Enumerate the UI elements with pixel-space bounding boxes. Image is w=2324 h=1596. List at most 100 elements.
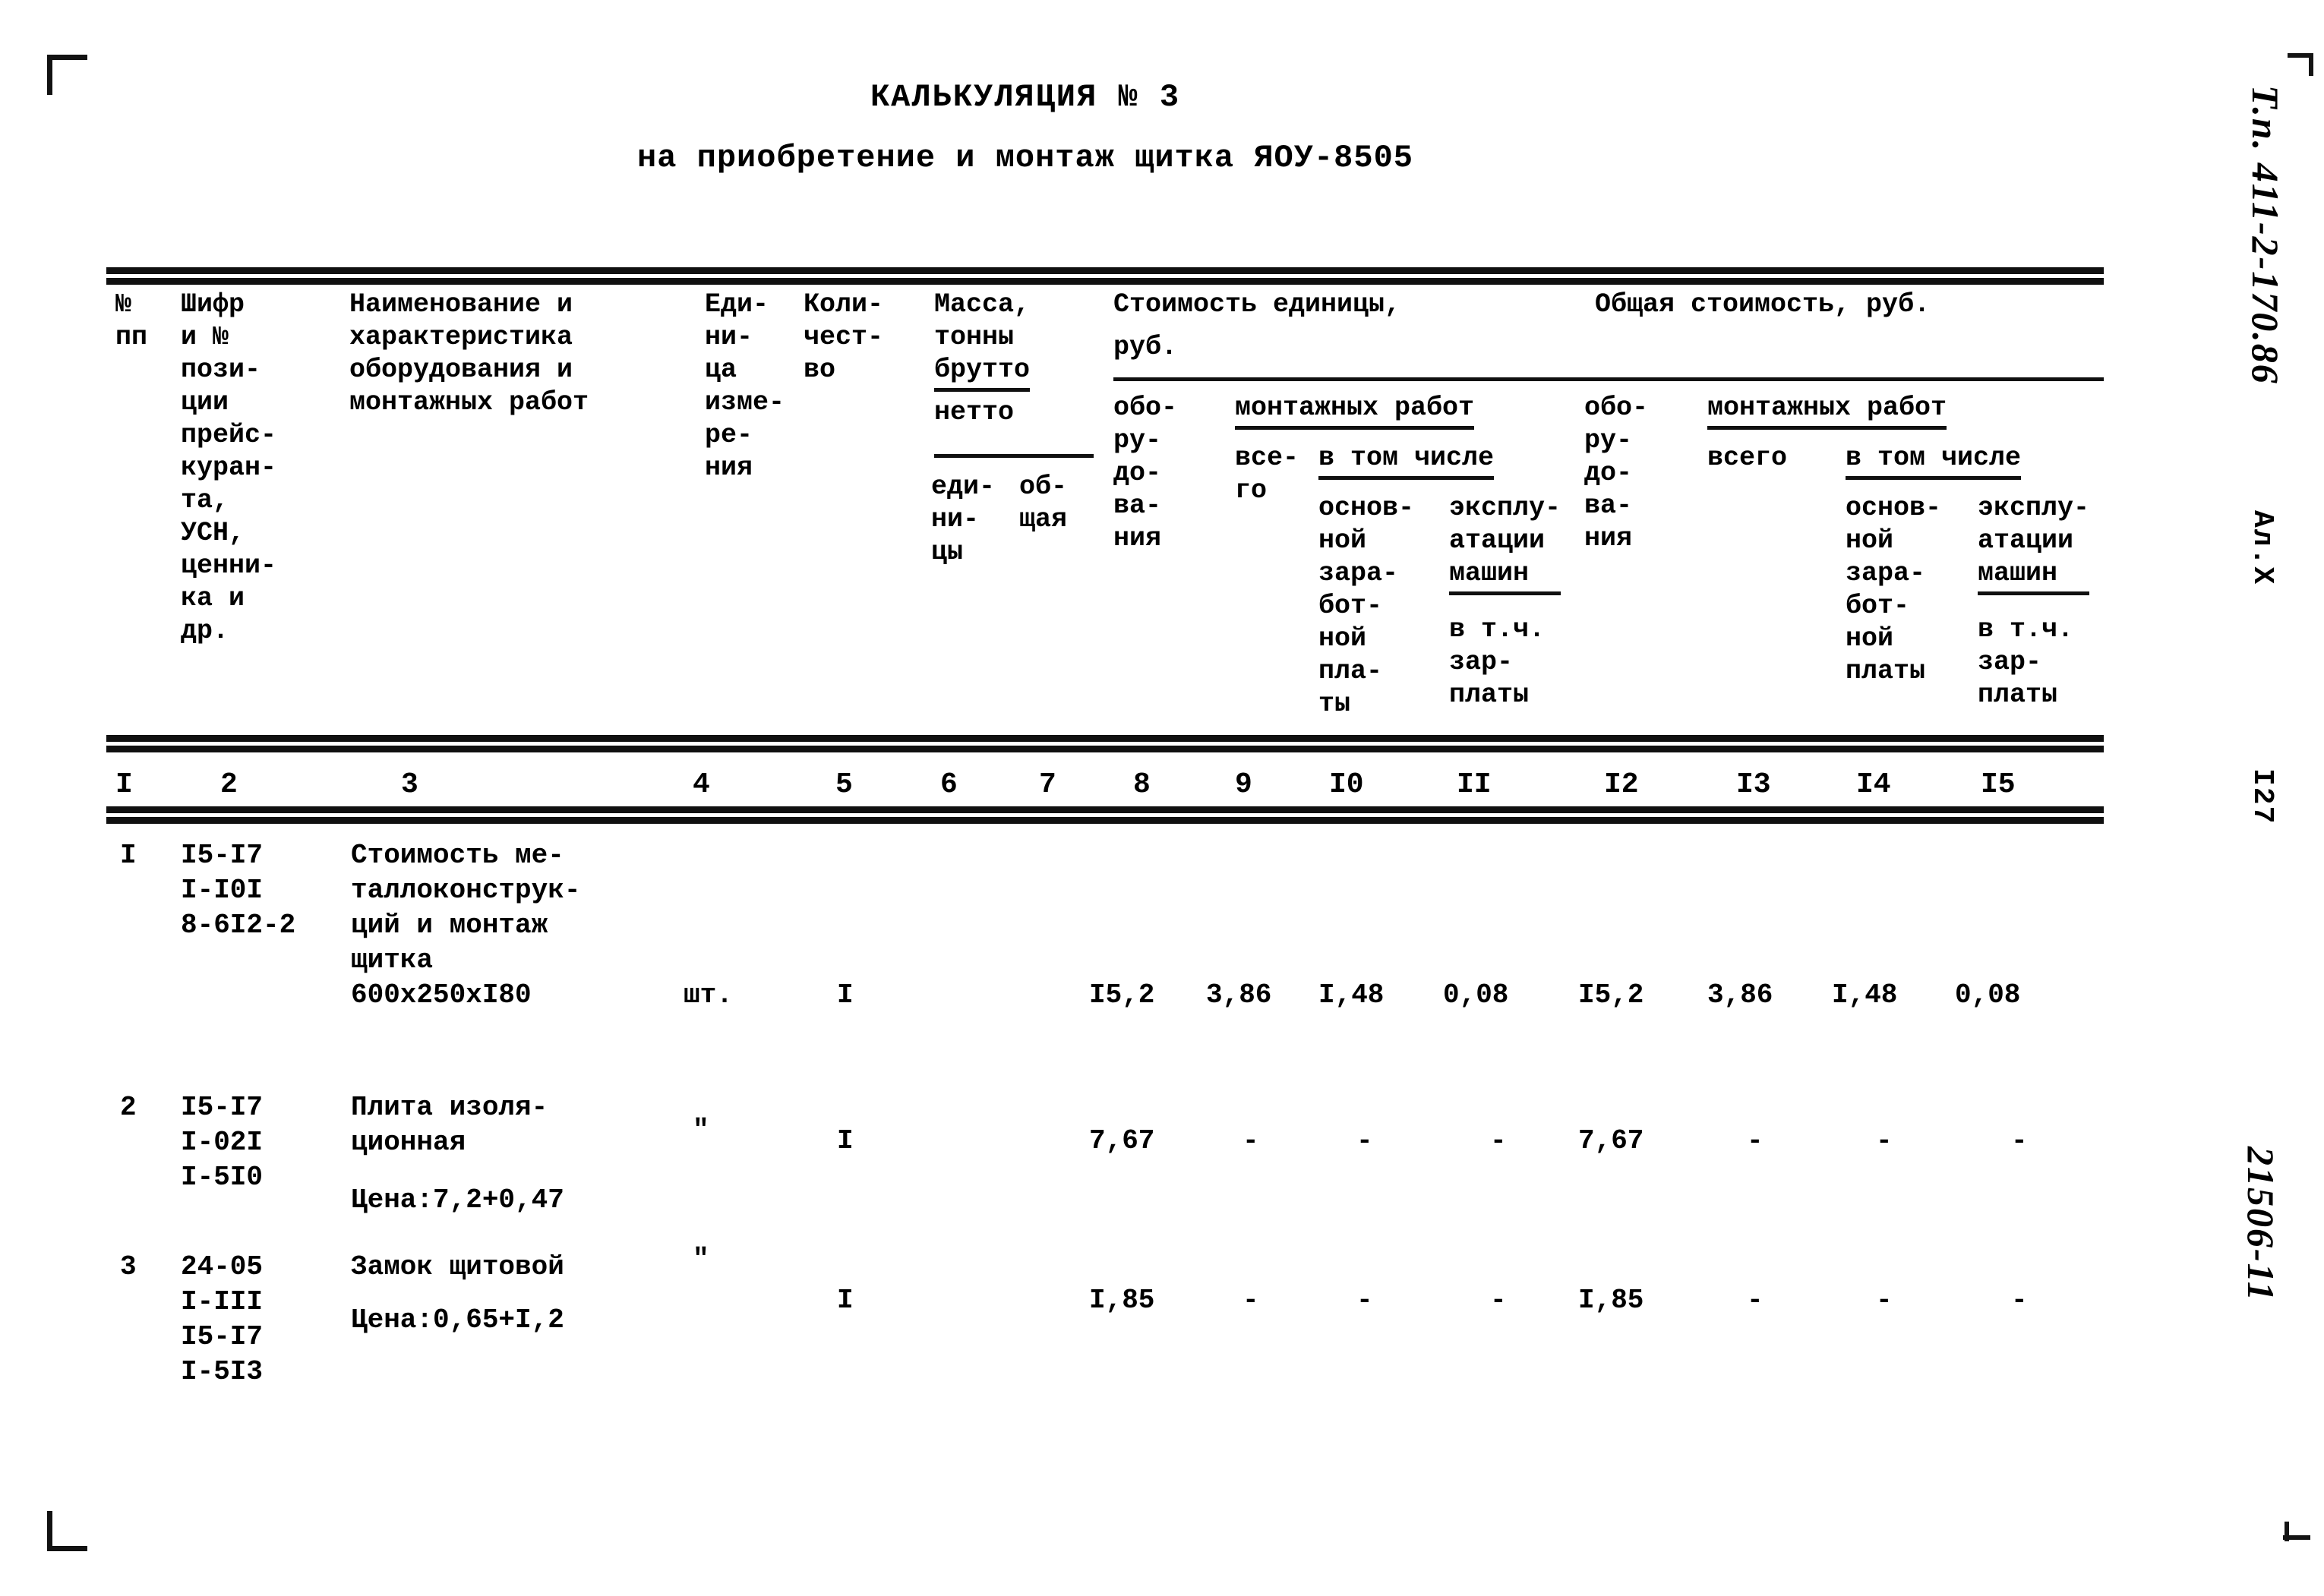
header-col-15-machines-wage: в т.ч. зар- платы <box>1978 614 2074 710</box>
table-row: I5,2 <box>1578 979 1644 1011</box>
table-header-bottom-rule-2 <box>106 746 2104 752</box>
header-unit-cost-title: Стоимость единицы, <box>1113 289 1401 320</box>
header-col-6-title: Масса, тонны <box>934 289 1031 352</box>
table-header-bottom-rule <box>106 735 2104 742</box>
colnum-6: 6 <box>940 768 958 801</box>
colnum-13: I3 <box>1736 768 1771 801</box>
header-total-install-works: монтажных работ <box>1707 392 1947 430</box>
table-row: Плита изоля- ционная <box>351 1092 548 1158</box>
header-col-12-equipment: обо- ру- до- ва- ния <box>1584 393 1649 554</box>
table-row: I5,2 <box>1089 979 1155 1011</box>
table-row: I <box>837 979 854 1011</box>
table-row: I5-I7 I-I0I 8-6I2-2 <box>181 840 296 941</box>
header-col-9-all: все- го <box>1235 443 1299 506</box>
table-row: I,48 <box>1832 979 1898 1011</box>
table-row: I <box>120 840 137 871</box>
colnum-3: 3 <box>401 768 418 801</box>
margin-archive-number: 21506-11 <box>2240 1147 2282 1302</box>
colnum-8: 8 <box>1133 768 1151 801</box>
table-row: Стоимость ме- таллоконструк- ций и монта… <box>351 840 581 1011</box>
header-col-1: № пп <box>115 289 148 352</box>
colnum-7: 7 <box>1039 768 1056 801</box>
colnum-9: 9 <box>1235 768 1252 801</box>
header-col-6-brutto: брутто <box>934 354 1031 392</box>
colnum-11: II <box>1457 768 1492 801</box>
total-cost-group-rule <box>1584 377 2104 381</box>
table-row: 0,08 <box>1443 979 1509 1011</box>
mass-divider-rule <box>934 454 1094 458</box>
header-col-15-machines: эксплу- атации машин <box>1978 492 2090 595</box>
table-row: - <box>1490 1125 1507 1156</box>
colnum-10: I0 <box>1329 768 1364 801</box>
table-row: 3 <box>120 1251 137 1282</box>
header-col-5: Коли- чест- во <box>804 289 884 385</box>
header-col-2: Шифр и № пози- ции прейс- куран- та, УСН… <box>181 289 277 646</box>
table-row: шт. <box>684 979 733 1011</box>
table-row: " <box>693 1115 709 1146</box>
table-colnum-bottom-rule-2 <box>106 817 2104 824</box>
table-row: - <box>1876 1125 1893 1156</box>
table-row: I,85 <box>1578 1285 1644 1316</box>
colnum-5: 5 <box>835 768 853 801</box>
page-subtitle: на приобретение и монтаж щитка ЯОУ-8505 <box>637 140 1413 176</box>
colnum-4: 4 <box>693 768 710 801</box>
unit-cost-group-rule <box>1113 377 1584 381</box>
table-row: I <box>837 1285 854 1316</box>
header-total-cost-title: Общая стоимость, руб. <box>1595 289 1931 320</box>
header-col-3: Наименование и характеристика оборудован… <box>349 289 589 418</box>
table-row: - <box>1747 1125 1764 1156</box>
crop-mark-bottom-right-vertical <box>2285 1522 2289 1541</box>
table-row: - <box>1243 1285 1259 1316</box>
table-row: 7,67 <box>1578 1125 1644 1156</box>
colnum-12: I2 <box>1604 768 1639 801</box>
margin-page-number: I27 <box>2246 768 2278 825</box>
table-row: I5-I7 I-02I I-5I0 <box>181 1092 264 1193</box>
header-col-8-equipment: обо- ру- до- ва- ния <box>1113 393 1178 554</box>
table-row: Цена:7,2+0,47 <box>351 1184 564 1216</box>
crop-mark-bottom-left <box>47 1511 87 1551</box>
table-row: 0,08 <box>1955 979 2021 1011</box>
header-col-10-basic-wage: основ- ной зара- бот- ной пла- ты <box>1318 493 1415 719</box>
colnum-1: I <box>115 768 133 801</box>
table-row: - <box>1356 1285 1373 1316</box>
header-total-including: в том числе <box>1846 442 2022 480</box>
table-row: I <box>837 1125 854 1156</box>
table-row: - <box>1243 1125 1259 1156</box>
table-colnum-bottom-rule <box>106 806 2104 813</box>
table-row: - <box>1356 1125 1373 1156</box>
header-col-13-all: всего <box>1707 443 1788 473</box>
table-row: 2 <box>120 1092 137 1123</box>
header-col-14-basic-wage: основ- ной зара- бот- ной платы <box>1846 493 1942 686</box>
colnum-15: I5 <box>1981 768 2016 801</box>
header-unit-including: в том числе <box>1318 442 1495 480</box>
table-row: I,85 <box>1089 1285 1155 1316</box>
crop-mark-top-right-vertical <box>2309 53 2313 76</box>
table-row: - <box>2011 1125 2028 1156</box>
table-row: 3,86 <box>1206 979 1272 1011</box>
table-row: " <box>693 1244 709 1275</box>
table-top-rule <box>106 267 2104 274</box>
table-row: Цена:0,65+I,2 <box>351 1304 564 1336</box>
table-row: Замок щитовой <box>351 1251 564 1282</box>
table-row: I,48 <box>1318 979 1385 1011</box>
page-title: КАЛЬКУЛЯЦИЯ № 3 <box>870 79 1181 115</box>
margin-album: Ал.Х <box>2246 510 2278 586</box>
colnum-14: I4 <box>1856 768 1891 801</box>
table-row: 3,86 <box>1707 979 1773 1011</box>
header-col-4: Еди- ни- ца изме- ре- ния <box>705 289 785 483</box>
header-col-6-unit: еди- ни- цы <box>931 472 996 567</box>
header-unit-cost-rub: руб. <box>1113 332 1178 362</box>
document-page: КАЛЬКУЛЯЦИЯ № 3 на приобретение и монтаж… <box>0 0 2324 1596</box>
table-row: - <box>1490 1285 1507 1316</box>
table-row: - <box>2011 1285 2028 1316</box>
table-row: - <box>1876 1285 1893 1316</box>
header-col-6-netto: нетто <box>934 397 1015 427</box>
header-unit-install-works: монтажных работ <box>1235 392 1475 430</box>
header-col-7-total: об- щая <box>1019 472 1068 535</box>
table-row: 7,67 <box>1089 1125 1155 1156</box>
table-row: 24-05 I-III I5-I7 I-5I3 <box>181 1251 264 1387</box>
colnum-2: 2 <box>220 768 238 801</box>
header-col-11-machines: эксплу- атации машин <box>1449 492 1561 595</box>
header-col-11-machines-wage: в т.ч. зар- платы <box>1449 614 1546 710</box>
table-row: - <box>1747 1285 1764 1316</box>
